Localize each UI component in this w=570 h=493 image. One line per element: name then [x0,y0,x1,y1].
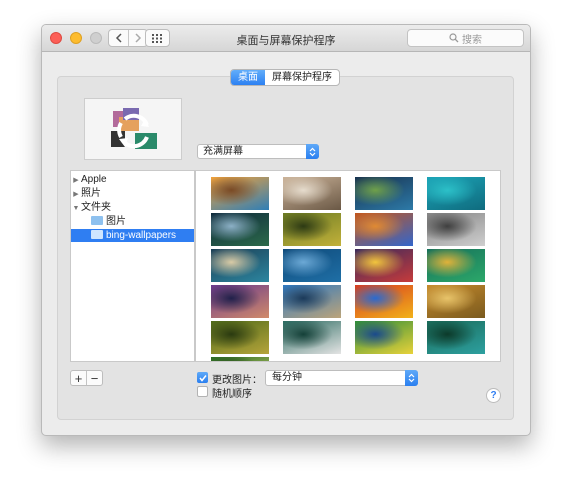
disclosure-triangle-icon[interactable]: ▶ [71,174,81,187]
change-picture-checkbox[interactable] [197,372,208,383]
sidebar-item-photos[interactable]: ▶ 照片 [71,187,101,200]
wallpaper-thumbnail-festival-crowd[interactable] [355,321,413,354]
wallpaper-thumbnail-blue-fish-school[interactable] [283,249,341,282]
title-bar: 桌面与屏幕保护程序 搜索 [42,25,530,52]
wallpaper-thumbnail-sunlit-forest[interactable] [211,357,269,361]
random-order-label: 随机顺序 [212,389,252,400]
wallpaper-thumbnail-turquoise-lake[interactable] [427,177,485,210]
wallpaper-thumbnail-blue-archway[interactable] [355,213,413,246]
sidebar-item-label: bing-wallpapers [106,230,177,241]
wallpaper-thumbnail-earth-from-space[interactable] [355,177,413,210]
sidebar-item-pictures[interactable]: 图片 [71,215,126,228]
add-remove-buttons: + − [70,370,103,386]
desktop-preview [84,98,182,160]
wallpaper-thumbnail-purple-sky-city[interactable] [211,285,269,318]
sidebar-item-bing-wallpapers[interactable]: bing-wallpapers [71,229,194,242]
photo-rotation-icon [111,108,157,149]
sidebar-item-label: 图片 [106,216,126,227]
search-icon [449,33,459,43]
sidebar-item-label: 照片 [81,188,101,199]
preferences-window: 桌面与屏幕保护程序 搜索 桌面 屏幕保护程序 充满屏幕 ▶ Apple ▶ 照片… [41,24,531,436]
sidebar-item-label: Apple [81,174,107,185]
wallpaper-thumbnail-aerial-road[interactable] [283,321,341,354]
wallpaper-thumbnail-green-lizard[interactable] [427,249,485,282]
wallpaper-thumbnail-grey-waterfall[interactable] [427,213,485,246]
folder-icon [91,216,103,225]
folder-icon [91,230,103,239]
change-interval-value: 每分钟 [272,372,302,383]
wallpaper-thumbnail-goat-horns[interactable] [283,177,341,210]
add-folder-button[interactable]: + [71,371,87,385]
random-order-checkbox[interactable] [197,386,208,397]
select-arrows-icon [306,144,319,159]
wallpaper-grid [195,170,501,362]
wallpaper-thumbnail-coastal-cliffs[interactable] [283,285,341,318]
checkmark-icon [198,374,207,382]
remove-folder-button[interactable]: − [87,371,102,385]
disclosure-triangle-icon[interactable]: ▶ [71,188,81,201]
disclosure-triangle-icon[interactable]: ▼ [71,202,81,215]
wallpaper-thumbnail-night-milky-way[interactable] [211,213,269,246]
help-button[interactable]: ? [486,388,501,403]
fill-mode-value: 充满屏幕 [203,146,243,157]
sidebar-item-label: 文件夹 [81,202,111,213]
sidebar-item-folders[interactable]: ▼ 文件夹 [71,201,111,214]
wallpaper-thumbnail-coral-reef[interactable] [355,249,413,282]
tab-bar: 桌面 屏幕保护程序 [230,69,340,86]
change-interval-select[interactable]: 每分钟 [265,370,418,386]
fill-mode-select[interactable]: 充满屏幕 [197,144,319,159]
search-field[interactable]: 搜索 [407,29,524,47]
tab-desktop[interactable]: 桌面 [231,70,265,85]
wallpaper-thumbnail-harbor-town[interactable] [211,249,269,282]
tab-screen-saver[interactable]: 屏幕保护程序 [265,70,339,85]
wallpaper-thumbnail-arch-rock-sunset[interactable] [211,177,269,210]
wallpaper-thumbnail-colorful-festival[interactable] [355,285,413,318]
source-list: ▶ Apple ▶ 照片 ▼ 文件夹 图片 bing-wallpapers [70,170,195,362]
sidebar-item-apple[interactable]: ▶ Apple [71,173,107,187]
wallpaper-thumbnail-mossy-forest[interactable] [211,321,269,354]
search-placeholder: 搜索 [462,34,482,46]
change-picture-label: 更改图片： [212,375,262,386]
wallpaper-thumbnail-peacock-birds[interactable] [427,321,485,354]
wallpaper-thumbnail-golden-hay-bale[interactable] [427,285,485,318]
select-arrows-icon [405,370,418,386]
wallpaper-thumbnail-green-insect[interactable] [283,213,341,246]
